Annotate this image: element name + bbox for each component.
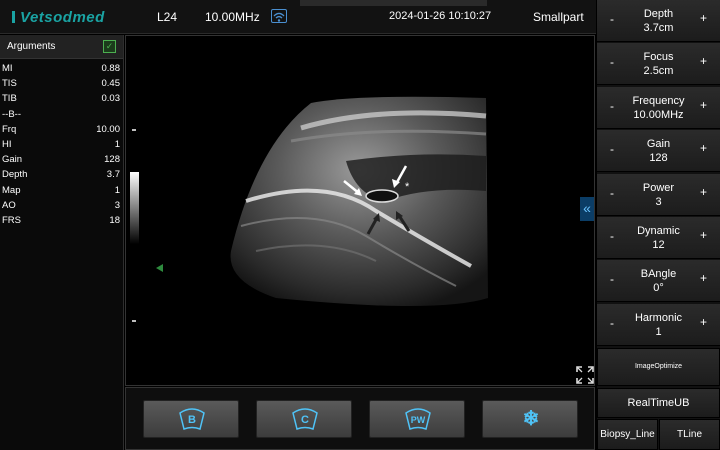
top-indicator-strip bbox=[300, 0, 487, 6]
arguments-list: MI 0.88 TIS 0.45 TIB 0.03 --B-- Frq 10.00 HI… bbox=[0, 59, 123, 229]
date-time: 2024-01-26 10:10:27 bbox=[389, 10, 492, 22]
depth-control: - Depth 3.7cm + bbox=[597, 0, 720, 42]
power-increase-button[interactable]: + bbox=[700, 185, 707, 199]
harmonic-increase-button[interactable]: + bbox=[700, 315, 707, 329]
focus-marker-icon[interactable] bbox=[156, 264, 163, 272]
depth-increase-button[interactable]: + bbox=[700, 11, 707, 25]
color-mode-icon: C bbox=[291, 407, 319, 431]
image-optimize-button[interactable]: ImageOptimize bbox=[597, 348, 720, 386]
realtime-ub-button[interactable]: RealTimeUB bbox=[597, 388, 720, 418]
brand-logo: Vetsodmed bbox=[12, 9, 105, 26]
gain-increase-button[interactable]: + bbox=[700, 141, 707, 155]
color-mode-button[interactable]: C bbox=[256, 400, 352, 438]
pw-mode-icon: PW bbox=[404, 407, 432, 431]
bangle-control: - BAngle 0° + bbox=[597, 260, 720, 302]
arguments-title: Arguments bbox=[7, 41, 56, 52]
grayscale-bar bbox=[130, 172, 139, 244]
expand-panel-icon[interactable]: « bbox=[580, 197, 594, 221]
freeze-button[interactable]: ❄ bbox=[482, 400, 578, 438]
snowflake-icon: ❄ bbox=[522, 408, 540, 430]
argument-row: TIB 0.03 bbox=[2, 93, 120, 105]
bangle-increase-button[interactable]: + bbox=[700, 271, 707, 285]
ultrasound-scan bbox=[130, 96, 488, 322]
argument-row: Gain 128 bbox=[2, 154, 120, 166]
arguments-panel: Arguments ✓ MI 0.88 TIS 0.45 TIB 0.03 --B--… bbox=[0, 35, 124, 450]
dynamic-control: - Dynamic 12 + bbox=[597, 217, 720, 259]
dynamic-increase-button[interactable]: + bbox=[700, 228, 707, 242]
b-mode-button[interactable]: B bbox=[143, 400, 239, 438]
ultrasound-image-view[interactable]: * bbox=[125, 35, 595, 386]
focus-increase-button[interactable]: + bbox=[700, 54, 707, 68]
gain-control: - Gain 128 + bbox=[597, 130, 720, 172]
probe-name: L24 bbox=[157, 10, 178, 24]
harmonic-control: - Harmonic 1 + bbox=[597, 304, 720, 346]
top-status-bar: Vetsodmed L24 10.00MHz 2024-01-26 10:10:… bbox=[0, 0, 596, 34]
argument-row: MI 0.88 bbox=[2, 63, 120, 74]
target-structure bbox=[365, 189, 399, 203]
power-control: - Power 3 + bbox=[597, 174, 720, 216]
mode-toolbar: B C PW ❄ bbox=[125, 387, 595, 450]
collapse-checkbox-icon[interactable]: ✓ bbox=[103, 40, 116, 53]
frequency-control: - Frequency 10.00MHz + bbox=[597, 87, 720, 129]
annotation-star: * bbox=[405, 181, 410, 193]
argument-row: FRS 18 bbox=[2, 214, 120, 226]
argument-row: AO 3 bbox=[2, 199, 120, 211]
biopsy-line-button[interactable]: Biopsy_Line bbox=[597, 419, 658, 450]
argument-row: Map 1 bbox=[2, 184, 120, 196]
argument-row: TIS 0.45 bbox=[2, 78, 120, 90]
probe-frequency: 10.00MHz bbox=[205, 10, 260, 24]
b-mode-icon: B bbox=[178, 407, 206, 431]
wifi-icon[interactable] bbox=[271, 9, 287, 23]
argument-row: Depth 3.7 bbox=[2, 169, 120, 181]
argument-row: --B-- bbox=[2, 108, 21, 120]
exam-preset[interactable]: Smallpart bbox=[533, 10, 584, 24]
control-panel: - Depth 3.7cm + - Focus 2.5cm + - Freque… bbox=[597, 0, 720, 450]
focus-control: - Focus 2.5cm + bbox=[597, 43, 720, 85]
argument-row: Frq 10.00 bbox=[2, 123, 120, 135]
pw-mode-button[interactable]: PW bbox=[369, 400, 465, 438]
argument-row: HI 1 bbox=[2, 138, 120, 150]
arguments-header: Arguments ✓ bbox=[0, 35, 123, 59]
tline-button[interactable]: TLine bbox=[659, 419, 720, 450]
frequency-increase-button[interactable]: + bbox=[700, 98, 707, 112]
